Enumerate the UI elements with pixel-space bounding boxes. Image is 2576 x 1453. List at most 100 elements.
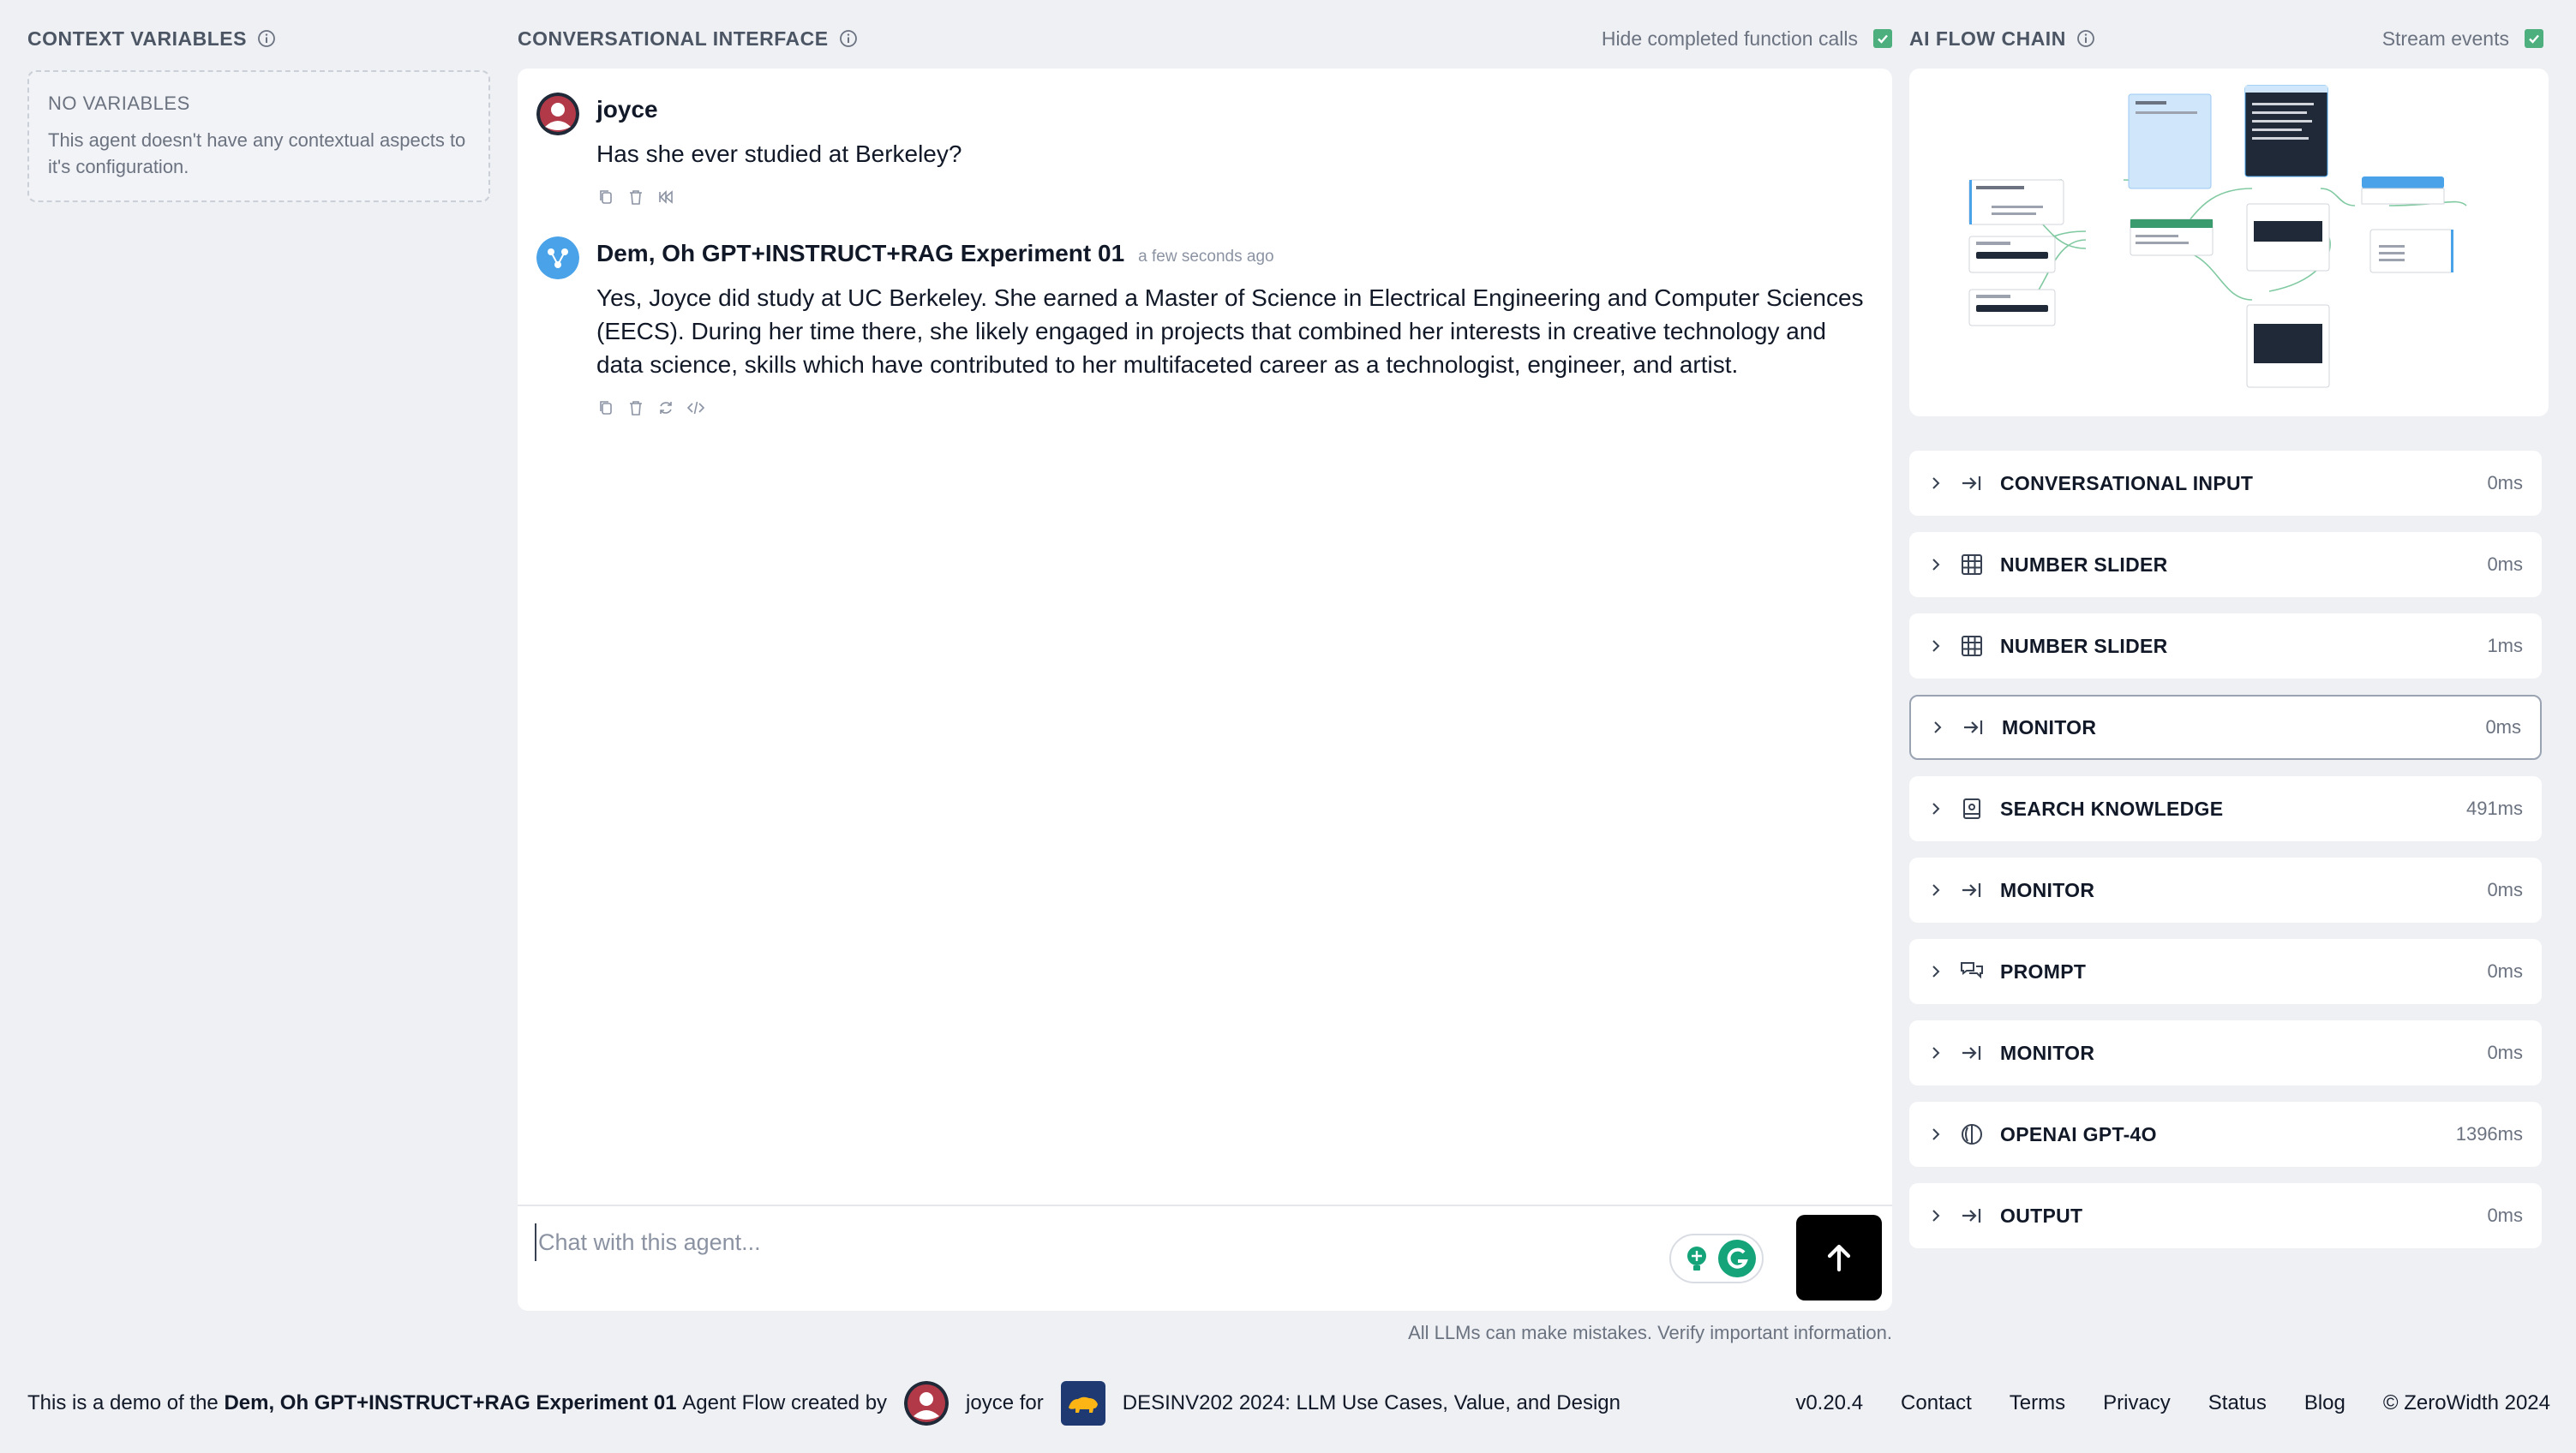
trash-icon[interactable]: [626, 188, 645, 206]
message-text: Yes, Joyce did study at UC Berkeley. She…: [596, 284, 1864, 378]
footer-link-privacy[interactable]: Privacy: [2103, 1391, 2171, 1415]
flow-step-label: MONITOR: [2002, 715, 2097, 738]
info-icon[interactable]: [257, 29, 276, 48]
lightbulb-icon[interactable]: [1680, 1241, 1714, 1276]
footer-link-status[interactable]: Status: [2208, 1391, 2267, 1415]
send-button[interactable]: [1796, 1215, 1882, 1301]
copy-icon[interactable]: [596, 188, 615, 206]
flow-graph-diagram[interactable]: [1909, 69, 2549, 416]
no-variables-title: NO VARIABLES: [48, 93, 190, 114]
no-variables-card: NO VARIABLES This agent doesn't have any…: [27, 70, 490, 202]
message-author: joyce: [596, 96, 658, 123]
no-variables-description: This agent doesn't have any contextual a…: [48, 129, 466, 177]
grid-icon: [1959, 552, 1985, 577]
arrow-to-line-icon: [1959, 1040, 1985, 1066]
chevron-right-icon[interactable]: [1928, 475, 1944, 491]
code-icon[interactable]: [686, 398, 705, 417]
flow-step-number-slider[interactable]: NUMBER SLIDER 0ms: [1909, 532, 2542, 597]
grammarly-icon[interactable]: [1717, 1239, 1757, 1278]
footer-agent-name[interactable]: Dem, Oh GPT+INSTRUCT+RAG Experiment 01: [224, 1391, 676, 1415]
message-actions: [596, 398, 1865, 417]
copyright: © ZeroWidth 2024: [2382, 1391, 2550, 1414]
footer-link-blog[interactable]: Blog: [2304, 1391, 2345, 1415]
hide-completed-toggle[interactable]: Hide completed function calls: [1602, 27, 1892, 51]
hide-completed-checkbox[interactable]: [1873, 29, 1892, 48]
book-icon: [1959, 796, 1985, 822]
flow-step-prompt[interactable]: PROMPT 0ms: [1909, 939, 2542, 1004]
chevron-right-icon[interactable]: [1930, 720, 1945, 735]
hide-completed-label: Hide completed function calls: [1601, 27, 1858, 50]
chat-panel: joyce Has she ever studied at Berkeley? …: [518, 69, 1892, 1311]
chevron-right-icon[interactable]: [1928, 964, 1944, 979]
stream-events-toggle[interactable]: Stream events: [2382, 27, 2543, 51]
flow-step-duration: 0ms: [2487, 553, 2523, 575]
arrow-to-line-icon: [1959, 470, 1985, 496]
message-timestamp: a few seconds ago: [1138, 248, 1274, 266]
conversational-interface-title: CONVERSATIONAL INTERFACE: [518, 27, 829, 50]
flow-step-duration: 1ms: [2487, 635, 2523, 656]
flow-step-duration: 0ms: [2487, 1205, 2523, 1226]
flow-step-duration: 491ms: [2465, 798, 2523, 819]
flow-step-duration: 0ms: [2485, 716, 2521, 738]
trash-icon[interactable]: [626, 398, 645, 417]
footer-link-contact[interactable]: Contact: [1901, 1391, 1972, 1415]
chevron-right-icon[interactable]: [1928, 638, 1944, 654]
flow-graph-preview[interactable]: [1909, 69, 2549, 416]
flow-step-openai-gpt-4o[interactable]: OPENAI GPT-4O 1396ms: [1909, 1102, 2542, 1167]
flow-step-label: MONITOR: [2000, 878, 2095, 901]
arrow-to-line-icon: [1961, 715, 1986, 740]
bear-icon: [1068, 1396, 1098, 1413]
chevron-right-icon[interactable]: [1928, 557, 1944, 572]
arrow-up-icon: [1827, 1244, 1851, 1272]
flow-step-search-knowledge[interactable]: SEARCH KNOWLEDGE 491ms: [1909, 776, 2542, 841]
chat-input[interactable]: [535, 1223, 1649, 1261]
flow-step-duration: 0ms: [2487, 472, 2523, 493]
ai-flow-chain-title: AI FLOW CHAIN: [1909, 27, 2066, 50]
chevron-right-icon[interactable]: [1928, 1127, 1944, 1142]
chat-composer: [518, 1205, 1892, 1311]
footer-middle: Agent Flow created by: [682, 1391, 888, 1414]
footer-creator[interactable]: joyce for: [966, 1391, 1044, 1415]
flow-step-output[interactable]: OUTPUT 0ms: [1909, 1183, 2542, 1248]
flow-step-monitor[interactable]: MONITOR 0ms: [1909, 1020, 2542, 1085]
footer-course[interactable]: DESINV202 2024: LLM Use Cases, Value, an…: [1123, 1391, 1620, 1415]
chat-bubbles-icon: [1959, 959, 1985, 984]
arrow-to-line-icon: [1959, 1203, 1985, 1229]
footer-link-terms[interactable]: Terms: [2010, 1391, 2065, 1415]
context-variables-header: CONTEXT VARIABLES: [27, 26, 490, 51]
footer-prefix: This is a demo of the: [27, 1391, 219, 1414]
context-variables-title: CONTEXT VARIABLES: [27, 27, 247, 50]
flow-step-duration: 1396ms: [2455, 1123, 2523, 1145]
chevron-right-icon[interactable]: [1928, 882, 1944, 898]
flow-step-duration: 0ms: [2487, 879, 2523, 900]
stream-events-label: Stream events: [2381, 27, 2509, 50]
message-actions: [596, 188, 1865, 206]
chevron-right-icon[interactable]: [1928, 1208, 1944, 1223]
user-avatar[interactable]: [536, 93, 579, 135]
version-label: v0.20.4: [1795, 1391, 1864, 1414]
ai-flow-chain-header: AI FLOW CHAIN Stream events: [1909, 26, 2543, 51]
info-icon[interactable]: [839, 29, 858, 48]
creator-avatar[interactable]: [904, 1381, 950, 1426]
flow-step-label: MONITOR: [2000, 1041, 2095, 1064]
rewind-icon[interactable]: [656, 188, 675, 206]
grammarly-widget[interactable]: [1669, 1234, 1764, 1283]
flow-step-monitor[interactable]: MONITOR 0ms: [1909, 695, 2542, 760]
stream-events-checkbox[interactable]: [2525, 29, 2543, 48]
chevron-right-icon[interactable]: [1928, 801, 1944, 816]
flow-step-monitor[interactable]: MONITOR 0ms: [1909, 858, 2542, 923]
flow-step-number-slider[interactable]: NUMBER SLIDER 1ms: [1909, 613, 2542, 679]
flow-step-duration: 0ms: [2487, 1042, 2523, 1063]
course-logo[interactable]: [1060, 1381, 1105, 1426]
footer: This is a demo of the Dem, Oh GPT+INSTRU…: [27, 1378, 2550, 1429]
flow-step-label: SEARCH KNOWLEDGE: [2000, 797, 2224, 820]
info-icon[interactable]: [2076, 29, 2095, 48]
flow-step-conversational-input[interactable]: CONVERSATIONAL INPUT 0ms: [1909, 451, 2542, 516]
arrow-to-line-icon: [1959, 877, 1985, 903]
agent-avatar[interactable]: [536, 236, 579, 279]
message-text: Has she ever studied at Berkeley?: [596, 141, 962, 167]
chevron-right-icon[interactable]: [1928, 1045, 1944, 1061]
flow-step-label: OPENAI GPT-4O: [2000, 1122, 2157, 1145]
copy-icon[interactable]: [596, 398, 615, 417]
regenerate-icon[interactable]: [656, 398, 675, 417]
